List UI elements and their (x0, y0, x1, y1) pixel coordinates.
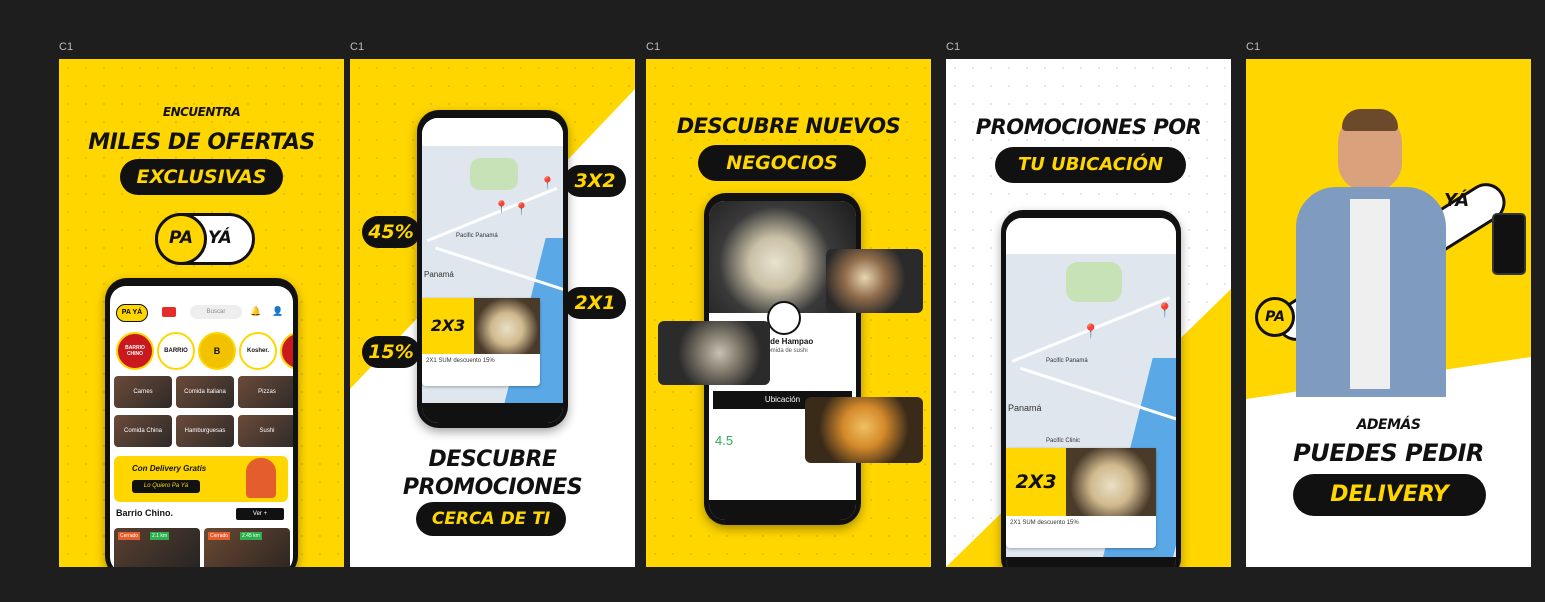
promo-text: 2X3 (422, 298, 474, 354)
store-circle[interactable]: BARRIO (157, 332, 195, 370)
see-more-button[interactable]: Ver + (236, 508, 284, 520)
category-tile[interactable]: Carnes (114, 376, 172, 408)
location-pill: TU UBICACIÓN (995, 147, 1186, 183)
artboard-slide-3[interactable]: DESCUBRE NUEVOS NEGOCIOS o de Hampao Com… (646, 59, 931, 567)
exclusive-pill: EXCLUSIVAS (120, 159, 283, 195)
headline-line-1: DESCUBRE (428, 447, 557, 472)
headline-line-2: PROMOCIONES (402, 475, 583, 500)
promo-text: 2X3 (1006, 448, 1066, 516)
flag-icon (162, 307, 176, 317)
mascot-figure (246, 458, 276, 498)
discount-badge: 45% (362, 216, 420, 248)
delivery-banner[interactable]: Con Delivery Gratis Lo Quiero Pa Yá (114, 456, 288, 502)
map-pin-icon[interactable]: 📍 (514, 202, 529, 216)
logo-left: PA (155, 213, 207, 265)
kicker-text: ADEMÁS (1356, 417, 1421, 433)
kicker-text: ENCUENTRA (162, 105, 241, 119)
map-header (422, 118, 563, 146)
delivery-pill: DELIVERY (1293, 474, 1486, 516)
payaya-logo: PA YÁ (155, 213, 255, 265)
app-logo: PA YÁ (116, 304, 148, 322)
category-tile[interactable]: Hamburguesas (176, 415, 234, 447)
artboard-slide-4[interactable]: PROMOCIONES POR TU UBICACIÓN Panamá Paci… (946, 59, 1231, 567)
store-avatar (767, 301, 801, 335)
map-screen: Panamá Pacific Panamá 📍 📍 📍 2X3 2X1 SUM … (422, 118, 563, 423)
small-phone (1492, 213, 1526, 275)
artboard-slide-1[interactable]: ENCUENTRA MILES DE OFERTAS EXCLUSIVAS PA… (59, 59, 344, 567)
dumplings-card[interactable] (658, 321, 770, 385)
person-shirt (1350, 199, 1390, 389)
frame-label: C1 (1246, 41, 1261, 53)
category-tile[interactable]: Pizzas (238, 376, 293, 408)
category-tile[interactable]: Sushi (238, 415, 293, 447)
map-pin-icon[interactable]: 📍 (540, 176, 555, 190)
frame-label: C1 (946, 41, 961, 53)
map-pin-icon[interactable]: 📍 (1082, 323, 1099, 340)
rating-value: 4.5 (715, 433, 734, 448)
restaurant-card[interactable]: Cerrado 2.45 km (204, 528, 290, 567)
logo-right: YÁ (1444, 190, 1470, 211)
map-label: Pacific Panamá (1046, 358, 1088, 364)
map-label: Pacific Clinic (1046, 438, 1081, 444)
food-image (474, 298, 540, 354)
logo-right: YÁ (208, 228, 232, 248)
store-circle[interactable]: B (198, 332, 236, 370)
frame-label: C1 (59, 41, 74, 53)
app-screen: PA YÁ Buscar 🔔 👤 BARRIO CHINO BARRIO B K… (110, 286, 293, 567)
bell-icon[interactable]: 🔔 (250, 306, 261, 317)
frame-label: C1 (646, 41, 661, 53)
frame-label: C1 (350, 41, 365, 53)
map-label: Pacific Panamá (456, 233, 498, 239)
artboard-slide-2[interactable]: Panamá Pacific Panamá 📍 📍 📍 2X3 2X1 SUM … (350, 59, 635, 567)
headline: MILES DE OFERTAS (88, 130, 315, 155)
headline: PUEDES PEDIR (1293, 439, 1484, 467)
discount-badge: 3X2 (564, 165, 626, 197)
category-tile[interactable]: Comida Italiana (176, 376, 234, 408)
store-circle[interactable]: Kosher. (239, 332, 277, 370)
headline: PROMOCIONES POR (975, 115, 1202, 139)
phone-mockup: Panamá Pacific Panamá Pacific Clinic 📍 📍… (1001, 210, 1181, 567)
phone-mockup: PA YÁ Buscar 🔔 👤 BARRIO CHINO BARRIO B K… (105, 278, 298, 567)
promo-card[interactable]: 2X3 2X1 SUM descuento 15% (422, 298, 540, 386)
store-name: o de Hampao (763, 337, 814, 346)
search-input[interactable]: Buscar (190, 305, 242, 319)
banner-title: Con Delivery Gratis (132, 464, 207, 473)
restaurant-card[interactable]: Cerrado 2.1 km (114, 528, 200, 567)
category-tile[interactable]: Comida China (114, 415, 172, 447)
bottom-nav[interactable] (709, 500, 856, 520)
store-circle[interactable] (280, 332, 293, 370)
pastry-card[interactable] (805, 397, 923, 463)
map-screen: Panamá Pacific Panamá Pacific Clinic 📍 📍… (1006, 218, 1176, 567)
logo-left: PA (1255, 297, 1295, 337)
bottom-nav[interactable] (1006, 557, 1176, 567)
drink-card[interactable] (826, 249, 923, 313)
map-pin-icon[interactable]: 📍 (1156, 302, 1173, 319)
promo-card[interactable]: 2X3 2X1 SUM descuento 15% (1006, 448, 1156, 548)
user-icon[interactable]: 👤 (272, 306, 283, 317)
discount-badge: 2X1 (564, 287, 626, 319)
banner-button[interactable]: Lo Quiero Pa Yá (132, 480, 200, 493)
discount-badge: 15% (362, 336, 420, 368)
near-you-pill: CERCA DE TI (416, 502, 566, 536)
store-circle[interactable]: BARRIO CHINO (116, 332, 154, 370)
map-label: Panamá (424, 270, 454, 279)
business-pill: NEGOCIOS (698, 145, 866, 181)
section-title: Barrio Chino. (116, 508, 174, 518)
food-image (1066, 448, 1156, 516)
promo-caption: 2X1 SUM descuento 15% (426, 358, 495, 364)
promo-caption: 2X1 SUM descuento 15% (1010, 520, 1079, 526)
headline: DESCUBRE NUEVOS (676, 114, 901, 138)
map-label: Panamá (1008, 403, 1042, 413)
map-header (1006, 218, 1176, 254)
phone-mockup: Panamá Pacific Panamá 📍 📍 📍 2X3 2X1 SUM … (417, 110, 568, 428)
person-hair (1342, 109, 1398, 131)
bottom-nav[interactable] (422, 403, 563, 423)
artboard-slide-5[interactable]: PA YÁ ADEMÁS PUEDES PEDIR DELIVERY (1246, 59, 1531, 567)
map-pin-icon[interactable]: 📍 (494, 200, 509, 214)
